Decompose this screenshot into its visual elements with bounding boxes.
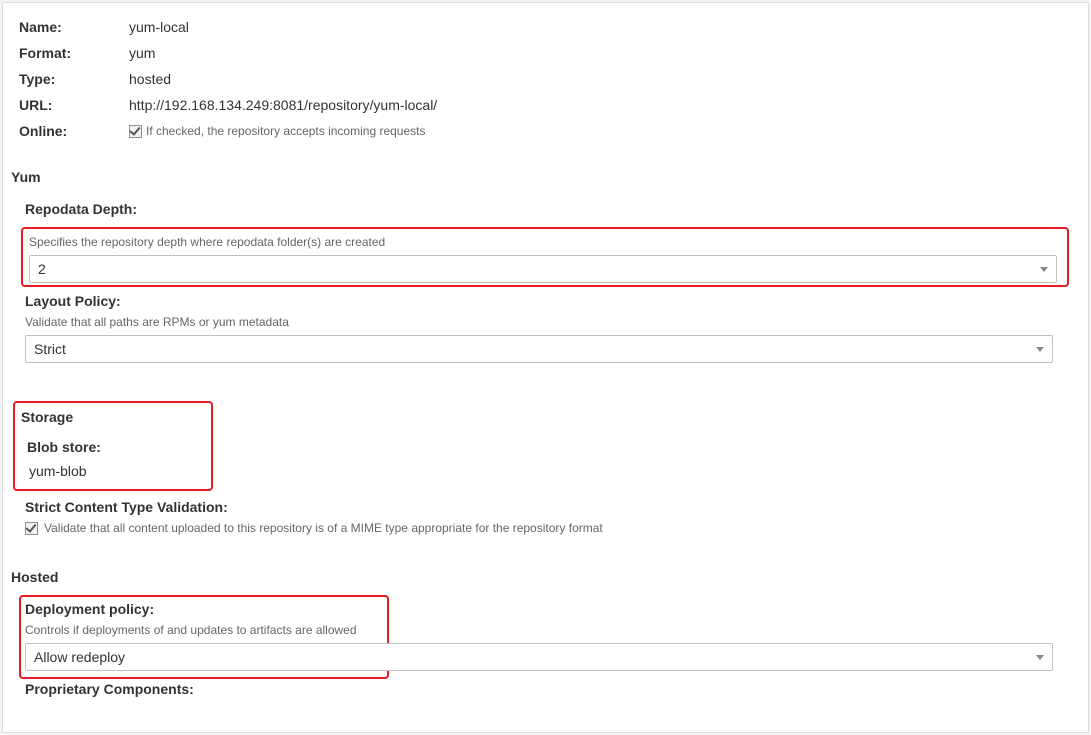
section-hosted: Hosted [11, 569, 1072, 585]
layout-policy-select[interactable]: Strict [25, 335, 1053, 363]
row-name: Name: yum-local [19, 19, 1072, 35]
highlight-repodata: Specifies the repository depth where rep… [21, 227, 1069, 287]
deployment-policy-select[interactable]: Allow redeploy [25, 643, 1053, 671]
value-name: yum-local [129, 19, 189, 35]
online-hint: If checked, the repository accepts incom… [146, 124, 425, 138]
label-online: Online: [19, 123, 129, 139]
row-online: Online: If checked, the repository accep… [19, 123, 1072, 139]
row-type: Type: hosted [19, 71, 1072, 87]
online-checkbox[interactable] [129, 125, 142, 138]
section-storage: Storage [21, 409, 205, 425]
section-yum: Yum [11, 169, 1072, 185]
label-proprietary-components: Proprietary Components: [25, 681, 1072, 697]
chevron-down-icon [1036, 655, 1044, 660]
repodata-depth-select[interactable]: 2 [29, 255, 1057, 283]
label-type: Type: [19, 71, 129, 87]
row-url: URL: http://192.168.134.249:8081/reposit… [19, 97, 1072, 113]
value-url: http://192.168.134.249:8081/repository/y… [129, 97, 437, 113]
layout-policy-value: Strict [34, 341, 1036, 357]
hint-layout-policy: Validate that all paths are RPMs or yum … [25, 315, 1072, 329]
value-blob-store: yum-blob [29, 463, 205, 479]
chevron-down-icon [1040, 267, 1048, 272]
label-strict-content: Strict Content Type Validation: [25, 499, 1072, 515]
value-type: hosted [129, 71, 171, 87]
label-blob-store: Blob store: [27, 439, 205, 455]
label-format: Format: [19, 45, 129, 61]
repository-settings-panel: Name: yum-local Format: yum Type: hosted… [2, 2, 1089, 733]
hint-repodata-depth: Specifies the repository depth where rep… [29, 235, 1061, 249]
row-format: Format: yum [19, 45, 1072, 61]
highlight-storage: Storage Blob store: yum-blob [13, 401, 213, 491]
deployment-policy-value: Allow redeploy [34, 649, 1036, 665]
label-deployment-policy: Deployment policy: [25, 601, 1072, 617]
chevron-down-icon [1036, 347, 1044, 352]
hint-deployment-policy: Controls if deployments of and updates t… [25, 623, 1072, 637]
label-layout-policy: Layout Policy: [25, 293, 1072, 309]
repodata-depth-value: 2 [38, 261, 1040, 277]
value-format: yum [129, 45, 155, 61]
strict-content-checkbox[interactable] [25, 522, 38, 535]
hint-strict-content: Validate that all content uploaded to th… [44, 521, 603, 535]
label-repodata-depth: Repodata Depth: [25, 201, 1072, 217]
label-name: Name: [19, 19, 129, 35]
label-url: URL: [19, 97, 129, 113]
